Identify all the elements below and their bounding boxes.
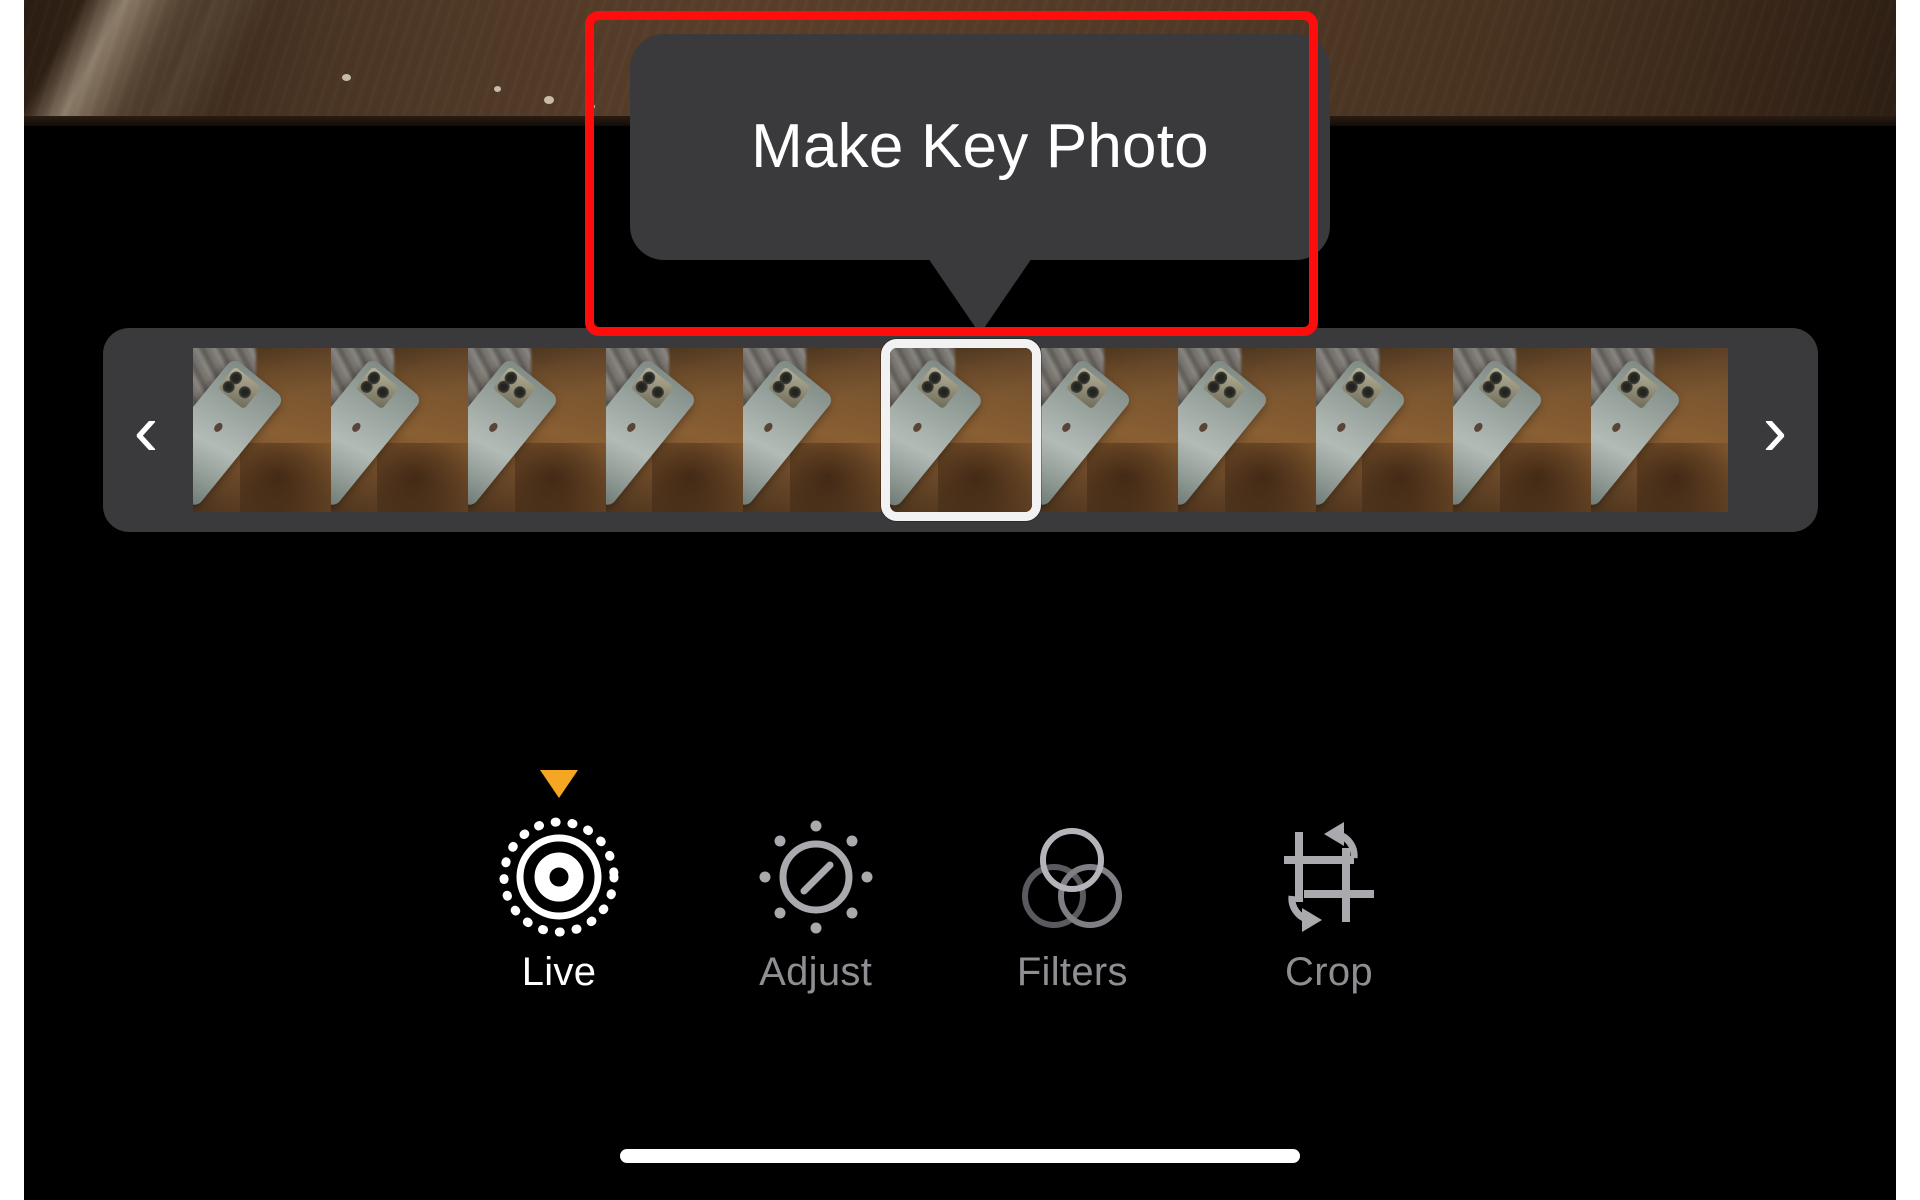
edit-toolbar: Live Adjust Filters Crop: [444, 760, 1444, 1030]
frame-thumbnail: [1315, 348, 1453, 512]
adjust-dial-icon[interactable]: [751, 812, 881, 942]
frame-thumbnail: [743, 348, 881, 512]
previous-frame-chevron-icon[interactable]: ‹: [103, 393, 193, 467]
tooltip-bubble[interactable]: Make Key Photo: [630, 34, 1330, 260]
frame-thumbnail: [1453, 348, 1591, 512]
photo-speck: [589, 104, 595, 109]
filmstrip-frame[interactable]: [743, 348, 881, 512]
filmstrip-frame-selected[interactable]: [880, 339, 1041, 521]
filmstrip-frame[interactable]: [1040, 348, 1178, 512]
photo-speck: [494, 86, 501, 92]
photo-speck: [544, 96, 554, 104]
active-tool-caret-icon: [540, 770, 578, 798]
tool-adjust[interactable]: Adjust: [701, 760, 931, 992]
tool-crop[interactable]: Crop: [1214, 760, 1444, 992]
tool-filters-label: Filters: [1016, 950, 1128, 994]
filmstrip-frame[interactable]: [1315, 348, 1453, 512]
next-frame-chevron-icon[interactable]: ›: [1728, 393, 1818, 467]
tool-adjust-label: Adjust: [759, 950, 873, 994]
filters-circles-icon[interactable]: [1007, 812, 1137, 942]
filmstrip-frame[interactable]: [605, 348, 743, 512]
photo-speck: [342, 74, 351, 81]
tooltip-label: Make Key Photo: [751, 112, 1209, 181]
filmstrip-frame[interactable]: [468, 348, 606, 512]
tool-crop-label: Crop: [1285, 950, 1373, 994]
tooltip-tail: [928, 258, 1032, 334]
screenshot-root: Make Key Photo ‹ › Live Adjust Filters C…: [0, 0, 1920, 1200]
filmstrip-frame[interactable]: [193, 348, 331, 512]
filmstrip-scrubber[interactable]: ‹ ›: [103, 328, 1818, 532]
frame-thumbnail: [1178, 348, 1316, 512]
frame-thumbnail: [889, 348, 1032, 512]
filmstrip-frame[interactable]: [1453, 348, 1591, 512]
tool-filters[interactable]: Filters: [957, 760, 1187, 992]
filmstrip-frame[interactable]: [330, 348, 468, 512]
frame-thumbnail: [330, 348, 468, 512]
frame-thumbnail: [1040, 348, 1178, 512]
crop-rotate-icon[interactable]: [1264, 812, 1394, 942]
filmstrip-frame[interactable]: [1178, 348, 1316, 512]
tool-live-label: Live: [521, 950, 597, 994]
device-screen: Make Key Photo ‹ › Live Adjust Filters C…: [24, 0, 1896, 1200]
tool-live[interactable]: Live: [444, 760, 674, 992]
frame-thumbnail: [193, 348, 331, 512]
filmstrip-frame[interactable]: [1590, 348, 1728, 512]
home-indicator[interactable]: [620, 1149, 1300, 1163]
frame-thumbnail: [468, 348, 606, 512]
frame-thumbnail: [1590, 348, 1728, 512]
make-key-photo-tooltip[interactable]: Make Key Photo: [630, 34, 1330, 334]
frame-thumbnail: [605, 348, 743, 512]
filmstrip-frames[interactable]: [193, 339, 1728, 521]
live-photo-icon[interactable]: [494, 812, 624, 942]
